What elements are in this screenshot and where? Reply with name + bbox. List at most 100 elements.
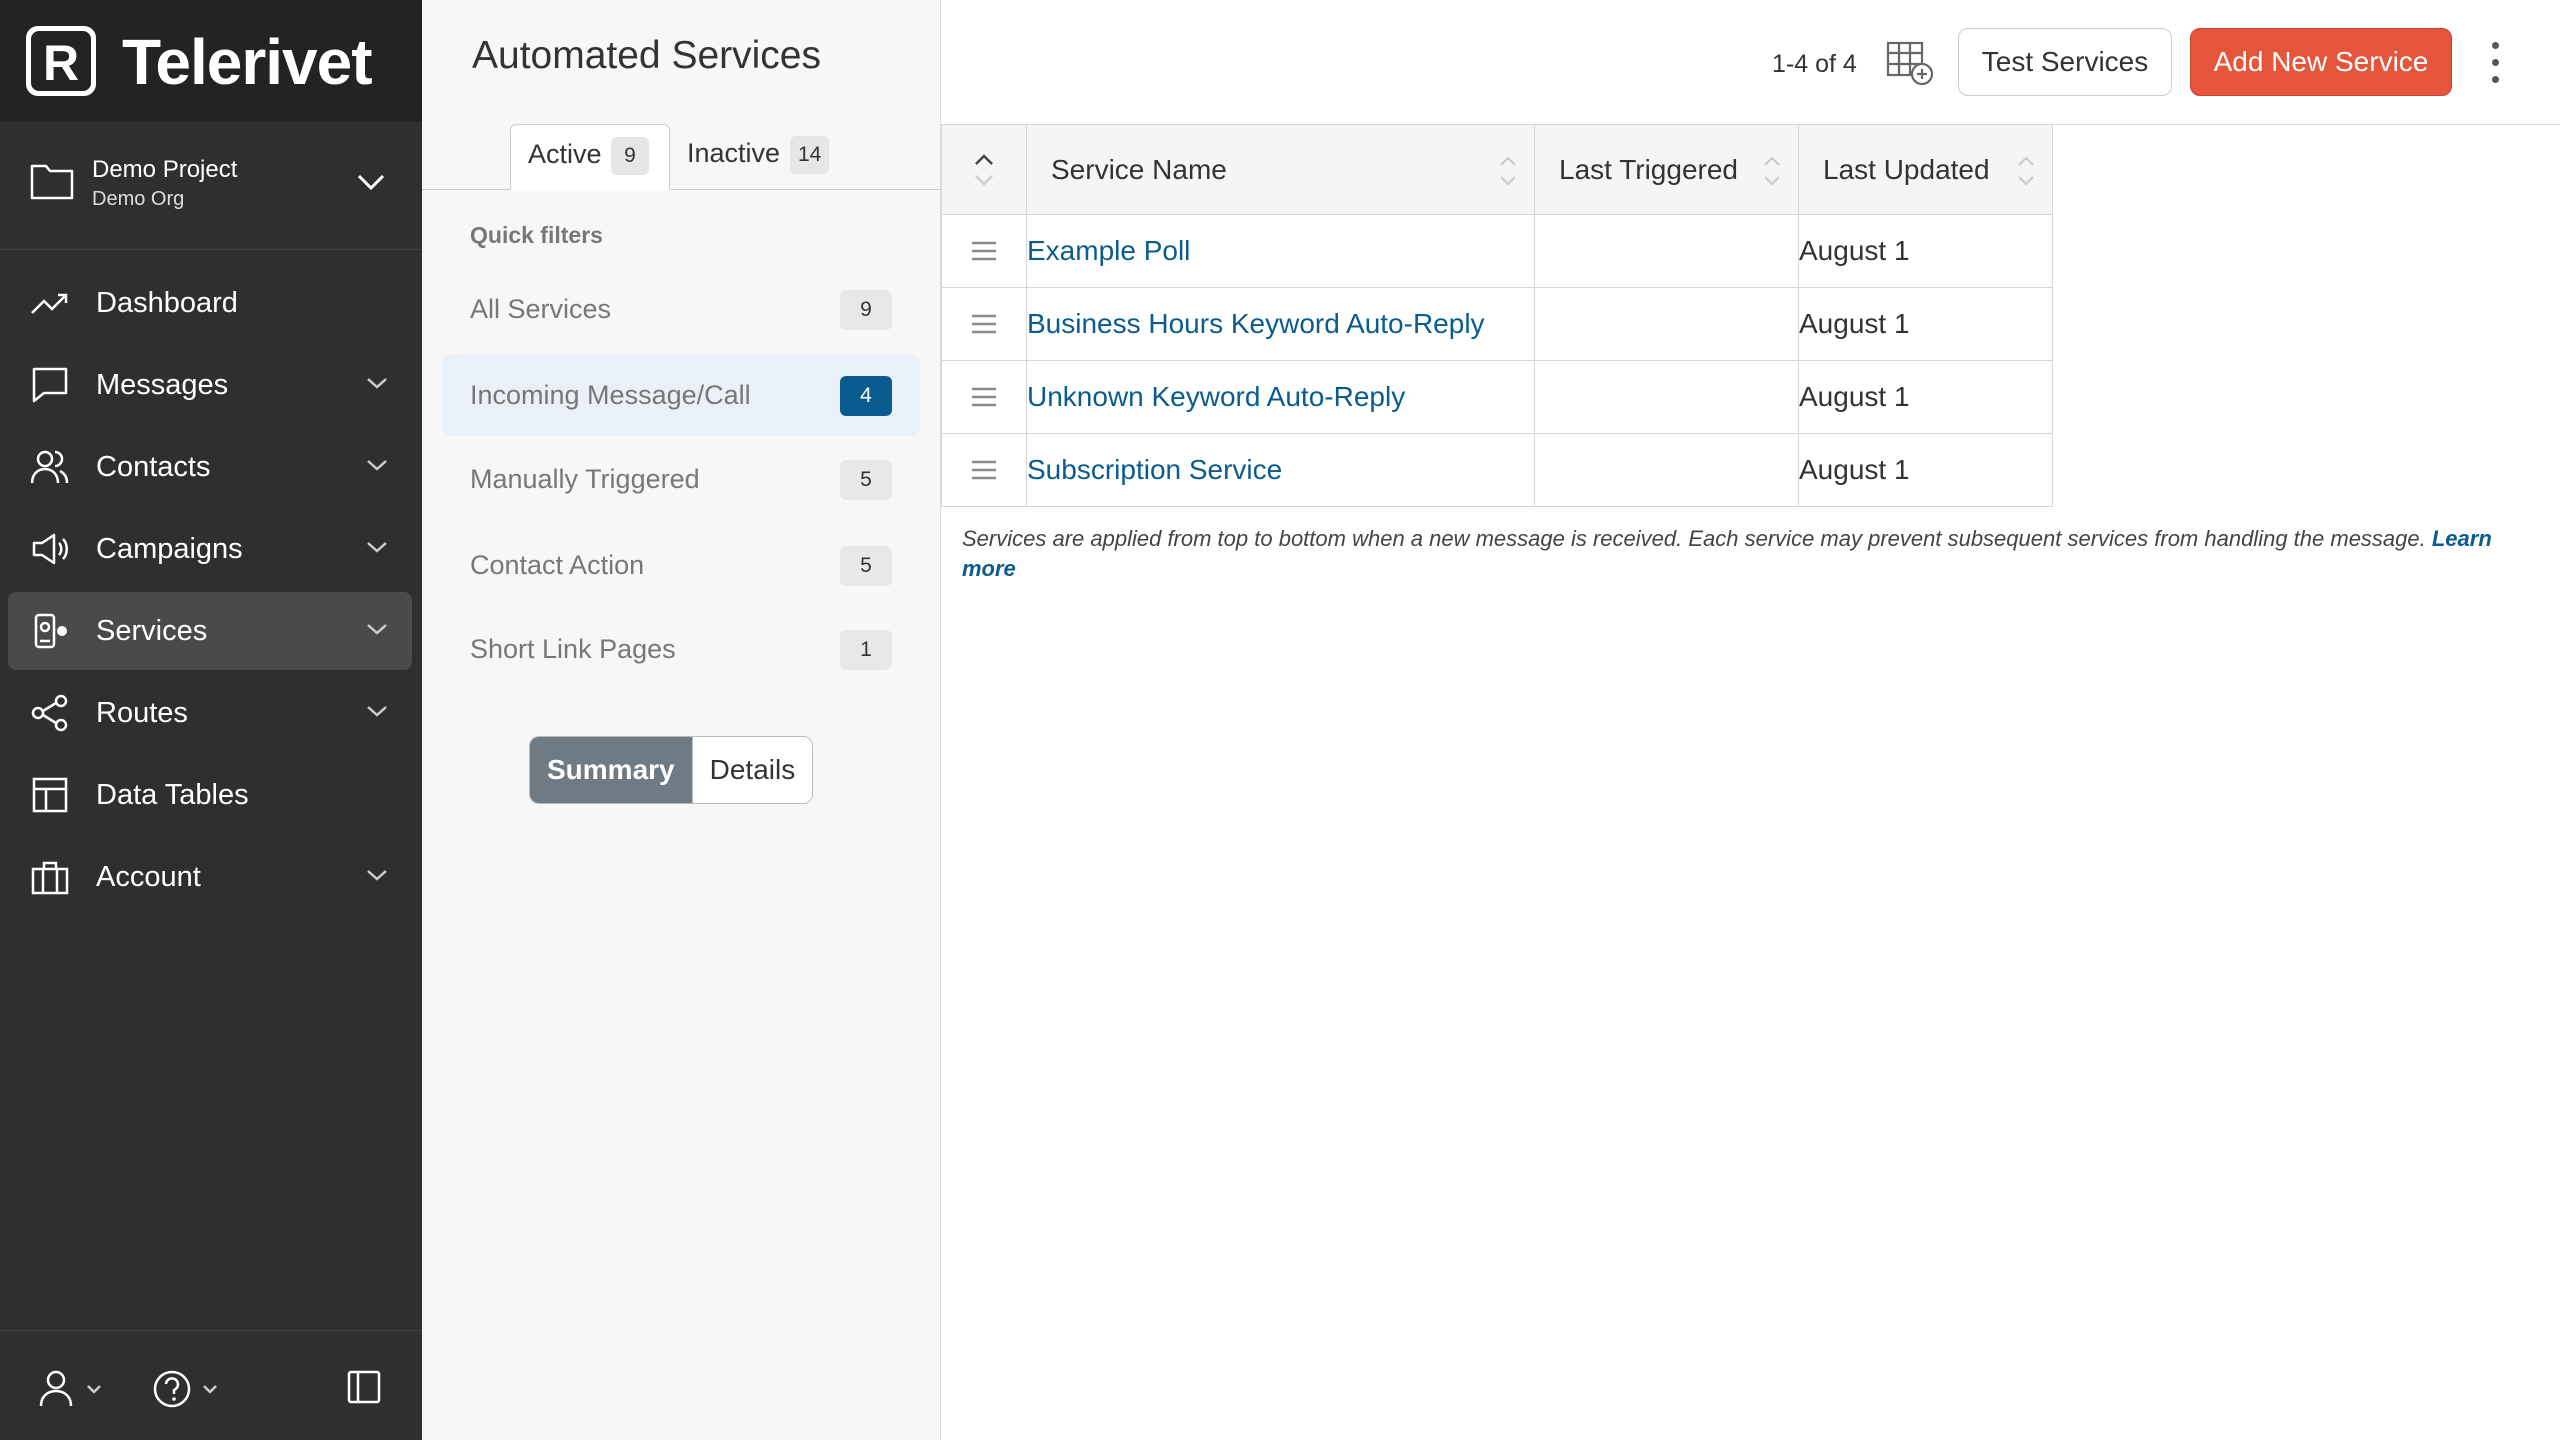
sidebar-item-label: Account <box>96 861 201 893</box>
svg-text:R: R <box>43 35 79 91</box>
service-link[interactable]: Business Hours Keyword Auto-Reply <box>1027 308 1485 339</box>
service-name-cell: Example Poll <box>1026 214 1535 288</box>
filter-short-link-pages[interactable]: Short Link Pages 1 <box>442 608 920 690</box>
filter-count-badge: 5 <box>840 546 892 586</box>
filter-manually-triggered[interactable]: Manually Triggered 5 <box>442 438 920 520</box>
drag-handle-icon <box>972 241 996 261</box>
summary-toggle-button[interactable]: Summary <box>530 737 692 803</box>
service-link[interactable]: Example Poll <box>1027 235 1190 266</box>
help-icon[interactable] <box>152 1369 228 1409</box>
filter-incoming-message-call[interactable]: Incoming Message/Call 4 <box>442 354 920 436</box>
drag-handle[interactable] <box>941 287 1027 361</box>
last-updated-cell: August 1 <box>1798 433 2053 507</box>
drag-handle[interactable] <box>941 433 1027 507</box>
test-services-button[interactable]: Test Services <box>1958 28 2172 96</box>
more-options-icon[interactable] <box>2480 40 2510 86</box>
sidebar-item-label: Routes <box>96 697 188 729</box>
share-icon <box>31 694 68 732</box>
service-name-cell: Business Hours Keyword Auto-Reply <box>1026 287 1535 361</box>
chevron-down-icon <box>367 706 387 717</box>
chevron-down-icon <box>367 624 387 635</box>
sidebar-item-messages[interactable]: Messages <box>8 346 412 424</box>
user-menu-icon[interactable] <box>36 1369 112 1409</box>
tab-label: Inactive <box>687 138 781 168</box>
drag-handle-icon <box>972 460 996 480</box>
tab-inactive[interactable]: Inactive 14 <box>672 124 852 190</box>
chevron-down-icon <box>367 542 387 553</box>
filter-label: All Services <box>470 294 612 324</box>
filter-panel <box>422 0 941 1440</box>
table-row: Business Hours Keyword Auto-Reply August… <box>941 287 2053 361</box>
sidebar-item-data-tables[interactable]: Data Tables <box>8 756 412 834</box>
filter-label: Incoming Message/Call <box>470 380 751 410</box>
project-switcher[interactable]: Demo Project Demo Org <box>0 122 422 250</box>
users-icon <box>30 450 69 484</box>
chevron-down-icon <box>367 870 387 881</box>
drag-handle[interactable] <box>941 214 1027 288</box>
view-toggle: Summary Details <box>529 736 814 804</box>
brand-name: Telerivet <box>122 26 372 98</box>
sidebar-item-campaigns[interactable]: Campaigns <box>8 510 412 588</box>
column-header-label: Last Triggered <box>1559 154 1738 185</box>
filter-label: Contact Action <box>470 550 645 580</box>
note-text: Services are applied from top to bottom … <box>962 526 2432 551</box>
filter-all-services[interactable]: All Services 9 <box>442 268 920 350</box>
column-header-last-updated[interactable]: Last Updated <box>1798 124 2053 215</box>
sort-icon <box>1764 156 1780 186</box>
tab-count-badge: 9 <box>611 137 649 175</box>
services-table: Service Name Last Triggered Last Updated… <box>941 124 2053 507</box>
column-header-label: Last Updated <box>1823 154 1990 185</box>
filter-count-badge: 5 <box>840 460 892 500</box>
last-triggered-cell <box>1534 287 1799 361</box>
folder-icon <box>30 164 74 200</box>
service-link[interactable]: Subscription Service <box>1027 454 1282 485</box>
chevron-down-icon <box>367 460 387 471</box>
column-header-service-name[interactable]: Service Name <box>1026 124 1535 215</box>
sidebar-item-label: Data Tables <box>96 779 249 811</box>
sidebar-item-services[interactable]: Services <box>8 592 412 670</box>
chevron-down-icon <box>367 378 387 389</box>
sidebar-item-label: Contacts <box>96 451 211 483</box>
sidebar-item-routes[interactable]: Routes <box>8 674 412 752</box>
last-triggered-cell <box>1534 360 1799 434</box>
service-link[interactable]: Unknown Keyword Auto-Reply <box>1027 381 1405 412</box>
logo-bar: R Telerivet <box>0 0 422 122</box>
details-toggle-button[interactable]: Details <box>691 737 813 803</box>
table-add-column-icon[interactable] <box>1886 40 1934 86</box>
tab-label: Active <box>528 139 602 169</box>
last-triggered-cell <box>1534 214 1799 288</box>
add-new-service-button[interactable]: Add New Service <box>2190 28 2452 96</box>
quick-filters-heading: Quick filters <box>470 222 603 248</box>
filter-contact-action[interactable]: Contact Action 5 <box>442 524 920 606</box>
table-icon <box>32 777 68 813</box>
sidebar-item-dashboard[interactable]: Dashboard <box>8 264 412 342</box>
project-org: Demo Org <box>92 188 185 210</box>
table-row: Unknown Keyword Auto-Reply August 1 <box>941 360 2053 434</box>
last-triggered-cell <box>1534 433 1799 507</box>
table-row: Example Poll August 1 <box>941 214 2053 288</box>
services-order-note: Services are applied from top to bottom … <box>962 524 2502 584</box>
message-icon <box>32 367 68 403</box>
tab-active[interactable]: Active 9 <box>510 124 670 190</box>
filter-label: Manually Triggered <box>470 464 700 494</box>
sidebar-item-label: Services <box>96 615 208 647</box>
sidebar-item-contacts[interactable]: Contacts <box>8 428 412 506</box>
sidebar: R Telerivet Demo Project Demo Org Dashbo… <box>0 0 422 1440</box>
sidebar-item-label: Campaigns <box>96 533 243 565</box>
filter-count-badge: 9 <box>840 290 892 330</box>
column-header-last-triggered[interactable]: Last Triggered <box>1534 124 1799 215</box>
service-name-cell: Subscription Service <box>1026 433 1535 507</box>
column-header-label: Service Name <box>1051 154 1227 185</box>
sort-icon <box>2018 156 2034 186</box>
trend-icon <box>31 293 68 314</box>
table-row: Subscription Service August 1 <box>941 433 2053 507</box>
drag-handle[interactable] <box>941 360 1027 434</box>
drag-handle-icon <box>972 314 996 334</box>
sidebar-collapse-icon[interactable] <box>346 1369 382 1405</box>
project-name: Demo Project <box>92 156 238 183</box>
telerivet-logo-icon: R <box>26 26 96 96</box>
drag-handle-icon <box>972 387 996 407</box>
filter-count-badge: 1 <box>840 630 892 670</box>
sort-order-column-header[interactable] <box>941 124 1027 215</box>
sidebar-item-account[interactable]: Account <box>8 838 412 916</box>
